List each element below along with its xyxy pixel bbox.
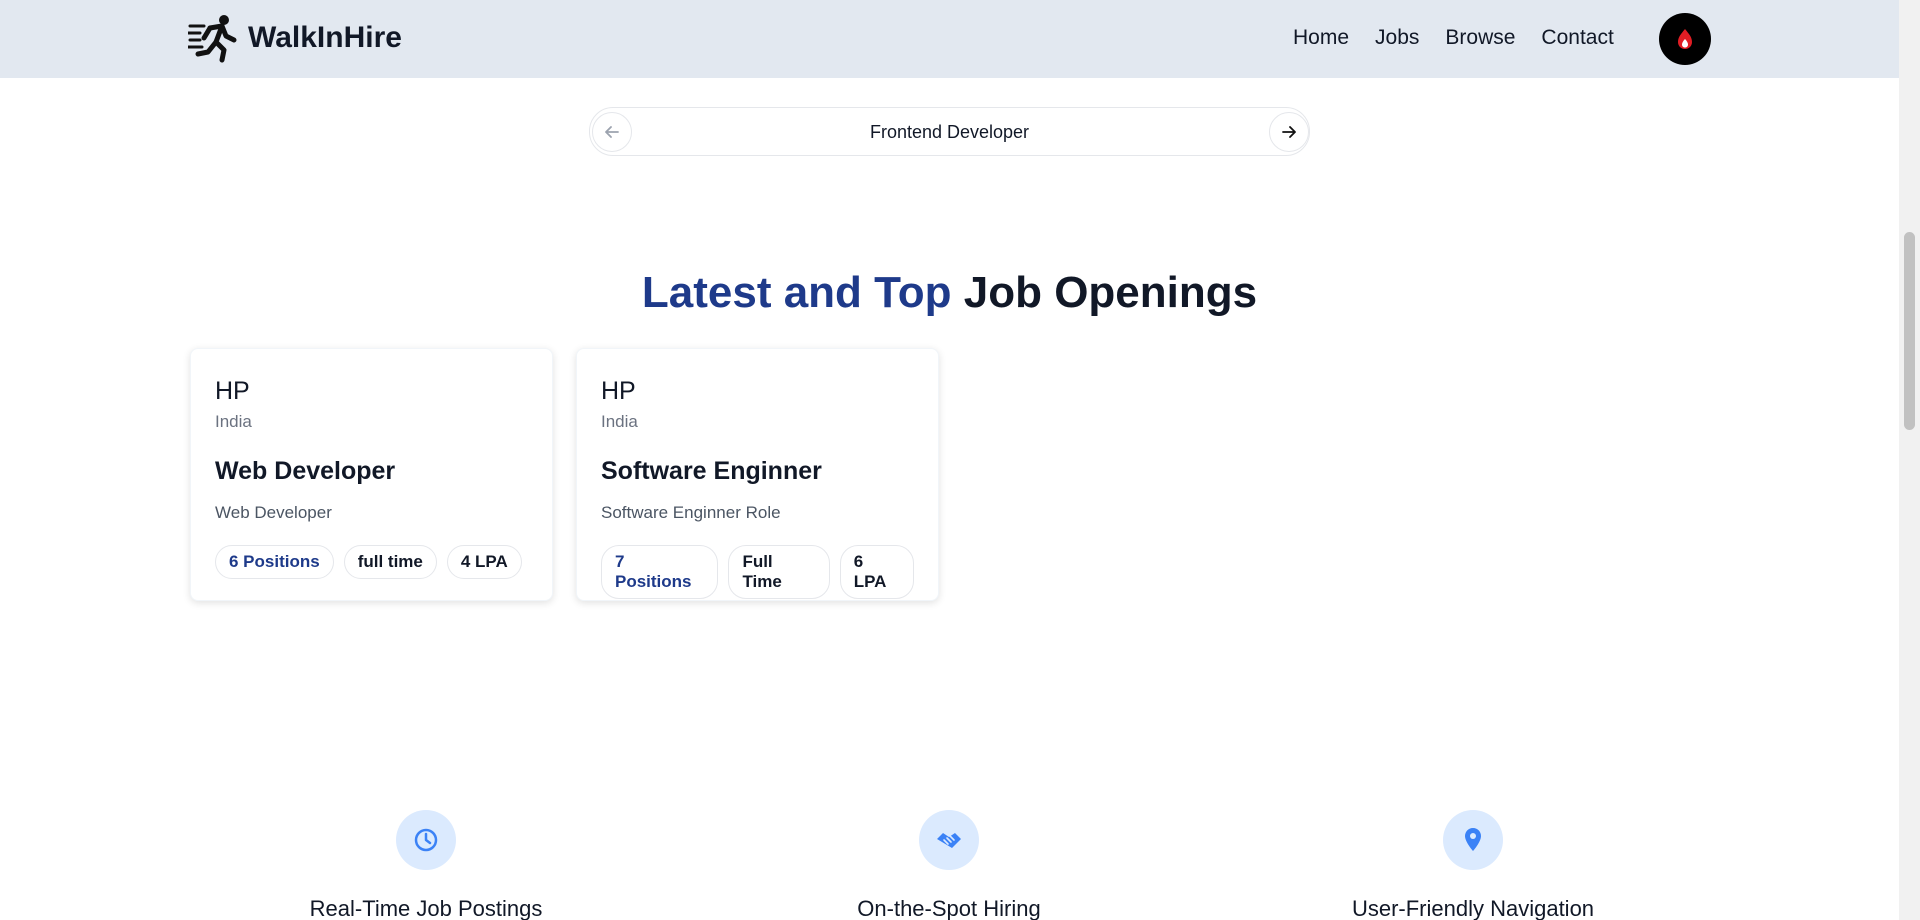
- job-card[interactable]: HP India Software Enginner Software Engi…: [576, 348, 939, 601]
- nav-jobs[interactable]: Jobs: [1375, 26, 1419, 50]
- job-title: Web Developer: [215, 457, 396, 485]
- positions-badge: 6 Positions: [215, 545, 334, 579]
- carousel-next-button[interactable]: [1269, 112, 1309, 152]
- user-avatar[interactable]: [1659, 13, 1711, 65]
- brand-name: WalkInHire: [248, 21, 402, 54]
- job-type-badge: Full Time: [728, 545, 830, 599]
- vertical-scrollbar[interactable]: [1899, 0, 1920, 920]
- main-nav: Home Jobs Browse Contact: [1293, 26, 1614, 50]
- job-badges: 7 Positions Full Time 6 LPA: [601, 545, 914, 599]
- arrow-right-icon: [1282, 126, 1296, 138]
- feature-title: User-Friendly Navigation: [1351, 896, 1595, 920]
- job-location: India: [601, 412, 638, 431]
- feature-title: On-the-Spot Hiring: [857, 896, 1041, 920]
- page: WalkInHire Home Jobs Browse Contact Fron…: [0, 0, 1920, 920]
- job-badges: 6 Positions full time 4 LPA: [215, 545, 528, 579]
- salary-badge: 6 LPA: [839, 545, 914, 599]
- nav-contact[interactable]: Contact: [1541, 26, 1613, 50]
- feature-on-spot-hiring: On-the-Spot Hiring: [749, 810, 1149, 920]
- carousel-category-item[interactable]: Frontend Developer: [590, 122, 1309, 143]
- job-location: India: [215, 412, 252, 431]
- handshake-icon: [919, 810, 979, 870]
- feature-real-time: Real-Time Job Postings: [226, 810, 626, 920]
- positions-badge: 7 Positions: [601, 545, 719, 599]
- scrollbar-thumb[interactable]: [1904, 232, 1915, 430]
- job-type-badge: full time: [343, 545, 437, 579]
- nav-browse[interactable]: Browse: [1445, 26, 1515, 50]
- section-title-accent: Latest and Top: [641, 268, 952, 317]
- nav-home[interactable]: Home: [1293, 26, 1349, 50]
- running-man-logo-icon: [188, 12, 240, 64]
- job-title: Software Enginner: [601, 457, 822, 485]
- salary-badge: 4 LPA: [446, 545, 522, 579]
- flame-avatar-icon: [1678, 29, 1692, 49]
- section-title: Latest and Top Job Openings: [0, 268, 1899, 318]
- category-carousel: Frontend Developer: [589, 107, 1310, 156]
- job-description: Software Enginner Role: [601, 503, 781, 522]
- company-name: HP: [601, 377, 636, 405]
- location-pin-icon: [1443, 810, 1503, 870]
- clock-icon: [396, 810, 456, 870]
- job-card[interactable]: HP India Web Developer Web Developer 6 P…: [190, 348, 553, 601]
- job-description: Web Developer: [215, 503, 332, 522]
- feature-title: Real-Time Job Postings: [309, 896, 543, 920]
- brand[interactable]: WalkInHire: [188, 12, 402, 64]
- navbar: WalkInHire Home Jobs Browse Contact: [0, 0, 1899, 78]
- feature-user-friendly: User-Friendly Navigation: [1273, 810, 1673, 920]
- section-title-rest: Job Openings: [963, 268, 1258, 317]
- company-name: HP: [215, 377, 250, 405]
